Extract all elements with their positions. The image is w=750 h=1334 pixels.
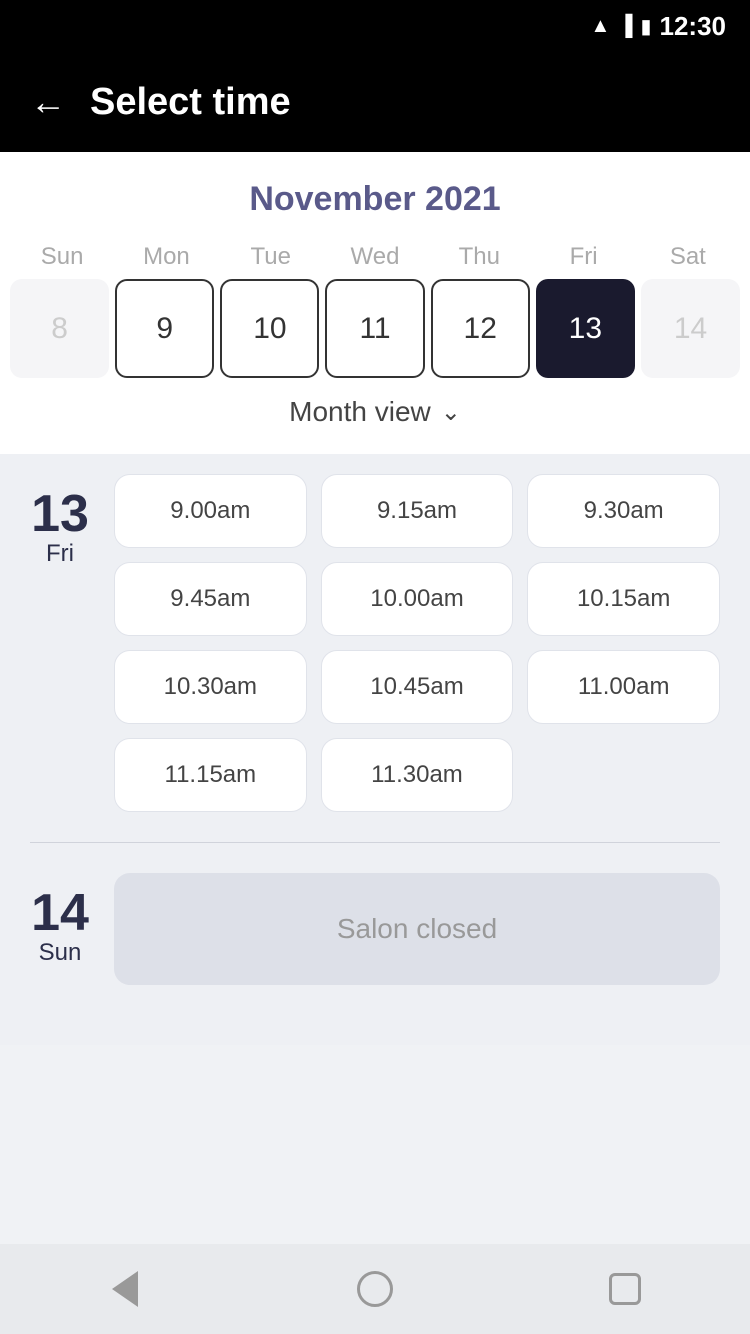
time-slot-915am[interactable]: 9.15am [321,474,514,548]
month-view-row[interactable]: Month view ⌄ [0,378,750,438]
day-cell-13[interactable]: 13 [536,279,635,378]
page-title: Select time [90,81,291,124]
chevron-down-icon: ⌄ [441,398,461,427]
home-nav-icon [357,1271,393,1307]
bottom-nav [0,1244,750,1334]
day-cell-11[interactable]: 11 [325,279,424,378]
day-cell-9[interactable]: 9 [115,279,214,378]
time-slot-930am[interactable]: 9.30am [527,474,720,548]
day-cell-8[interactable]: 8 [10,279,109,378]
nav-home-button[interactable] [345,1259,405,1319]
status-time: 12:30 [660,11,727,42]
day-13-name: Fri [46,540,74,568]
day-headers: Sun Mon Tue Wed Thu Fri Sat [0,243,750,271]
time-slot-1000am[interactable]: 10.00am [321,562,514,636]
day-cell-12[interactable]: 12 [431,279,530,378]
salon-closed-message: Salon closed [114,873,720,985]
nav-recents-button[interactable] [595,1259,655,1319]
day-14-name: Sun [39,939,82,967]
day-header-thu: Thu [427,243,531,271]
time-slot-1045am[interactable]: 10.45am [321,650,514,724]
calendar-section: November 2021 Sun Mon Tue Wed Thu Fri Sa… [0,152,750,454]
signal-icon: ▐ [618,15,632,38]
battery-icon: ▮ [640,14,651,39]
day-13-label: 13 Fri [30,474,90,568]
back-button[interactable]: ← [30,84,66,120]
day-cell-14[interactable]: 14 [641,279,740,378]
time-slot-1030am[interactable]: 10.30am [114,650,307,724]
time-slot-1015am[interactable]: 10.15am [527,562,720,636]
status-bar: ▲ ▐ ▮ 12:30 [0,0,750,52]
week-row: 8 9 10 11 12 13 14 [0,279,750,378]
day-14-number: 14 [31,887,89,939]
header: ← Select time [0,52,750,152]
time-slot-1100am[interactable]: 11.00am [527,650,720,724]
day-cell-10[interactable]: 10 [220,279,319,378]
time-slot-1130am[interactable]: 11.30am [321,738,514,812]
day-14-label: 14 Sun [30,873,90,967]
time-slot-945am[interactable]: 9.45am [114,562,307,636]
day-13-number: 13 [31,488,89,540]
day-header-sat: Sat [636,243,740,271]
nav-back-button[interactable] [95,1259,155,1319]
status-icons: ▲ ▐ ▮ 12:30 [591,11,726,42]
day-header-fri: Fri [531,243,635,271]
time-slot-1115am[interactable]: 11.15am [114,738,307,812]
day-header-sun: Sun [10,243,114,271]
bottom-spacer [0,1045,750,1135]
time-slot-900am[interactable]: 9.00am [114,474,307,548]
day-divider [30,842,720,843]
day-header-wed: Wed [323,243,427,271]
day-13-slots-grid: 9.00am 9.15am 9.30am 9.45am 10.00am 10.1… [114,474,720,812]
day-13-block: 13 Fri 9.00am 9.15am 9.30am 9.45am 10.00… [30,474,720,812]
month-year: November 2021 [0,180,750,219]
wifi-icon: ▲ [591,15,611,38]
recents-nav-icon [609,1273,641,1305]
month-view-label: Month view [289,396,431,428]
day-14-block: 14 Sun Salon closed [30,873,720,985]
day-header-tue: Tue [219,243,323,271]
day-header-mon: Mon [114,243,218,271]
back-nav-icon [112,1271,138,1307]
timeslots-section: 13 Fri 9.00am 9.15am 9.30am 9.45am 10.00… [0,454,750,1045]
